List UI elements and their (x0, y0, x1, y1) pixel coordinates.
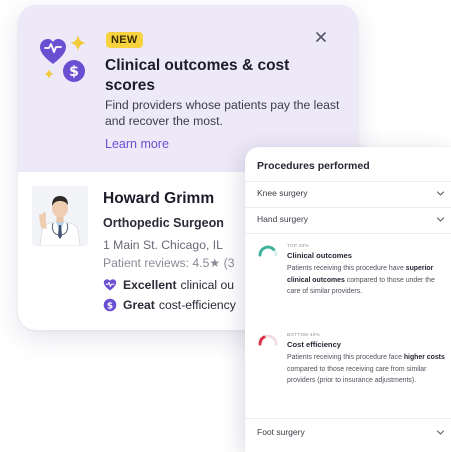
chevron-down-icon (436, 429, 445, 435)
stage: $ NEW Clinical outcomes & cost scores Fi… (0, 0, 451, 452)
svg-text:$: $ (107, 301, 113, 311)
procedure-label: Foot surgery (257, 427, 305, 437)
provider-specialty: Orthopedic Surgeon (103, 216, 224, 230)
promo-description: Find providers whose patients pay the le… (105, 98, 340, 128)
procedure-label: Knee surgery (257, 188, 308, 198)
procedure-item-hand-surgery[interactable]: Hand surgery (257, 210, 445, 228)
rating-label: clinical ou (180, 278, 235, 292)
divider (245, 418, 451, 419)
chevron-down-icon (436, 216, 445, 222)
rating-level: Great (123, 298, 155, 312)
metric-heading: Cost efficiency (287, 340, 342, 349)
gauge-low-icon (258, 334, 278, 346)
divider (245, 207, 451, 208)
procedure-item-foot-surgery[interactable]: Foot surgery (257, 423, 445, 441)
procedures-title: Procedures performed (257, 160, 370, 172)
chevron-down-icon (436, 190, 445, 196)
doctor-photo-icon (32, 186, 88, 246)
divider (245, 181, 451, 182)
svg-text:$: $ (69, 64, 79, 80)
provider-avatar (32, 186, 88, 246)
metric-tag: BOTTOM 40% (287, 332, 321, 337)
heart-dollar-sparkle-icon: $ (40, 35, 86, 82)
procedure-label: Hand surgery (257, 214, 309, 224)
procedures-panel: Procedures performed Knee surgery Hand s… (245, 147, 451, 452)
dollar-coin-icon: $ (103, 298, 117, 311)
divider (245, 233, 451, 234)
new-badge: NEW (106, 32, 143, 48)
metric-tag: TOP 20% (287, 243, 309, 248)
learn-more-link[interactable]: Learn more (105, 137, 169, 151)
metric-heading: Clinical outcomes (287, 251, 352, 260)
clinical-outcome-rating: Excellent clinical ou (103, 278, 234, 292)
cost-efficiency-rating: $ Great cost-efficiency (103, 298, 236, 312)
provider-name[interactable]: Howard Grimm (103, 190, 214, 208)
provider-address: 1 Main St. Chicago, IL (103, 238, 223, 252)
close-icon[interactable] (313, 29, 329, 45)
rating-label: cost-efficiency (158, 298, 236, 312)
gauge-high-icon (258, 245, 278, 257)
heart-icon (103, 279, 117, 291)
procedure-item-knee-surgery[interactable]: Knee surgery (257, 184, 445, 202)
rating-level: Excellent (123, 278, 177, 292)
promo-title: Clinical outcomes & cost scores (105, 57, 290, 94)
metric-description: Patients receiving this procedure face h… (287, 354, 445, 384)
metric-description: Patients receiving this procedure have s… (287, 265, 435, 295)
patient-reviews: Patient reviews: 4.5★ (3 (103, 256, 235, 270)
